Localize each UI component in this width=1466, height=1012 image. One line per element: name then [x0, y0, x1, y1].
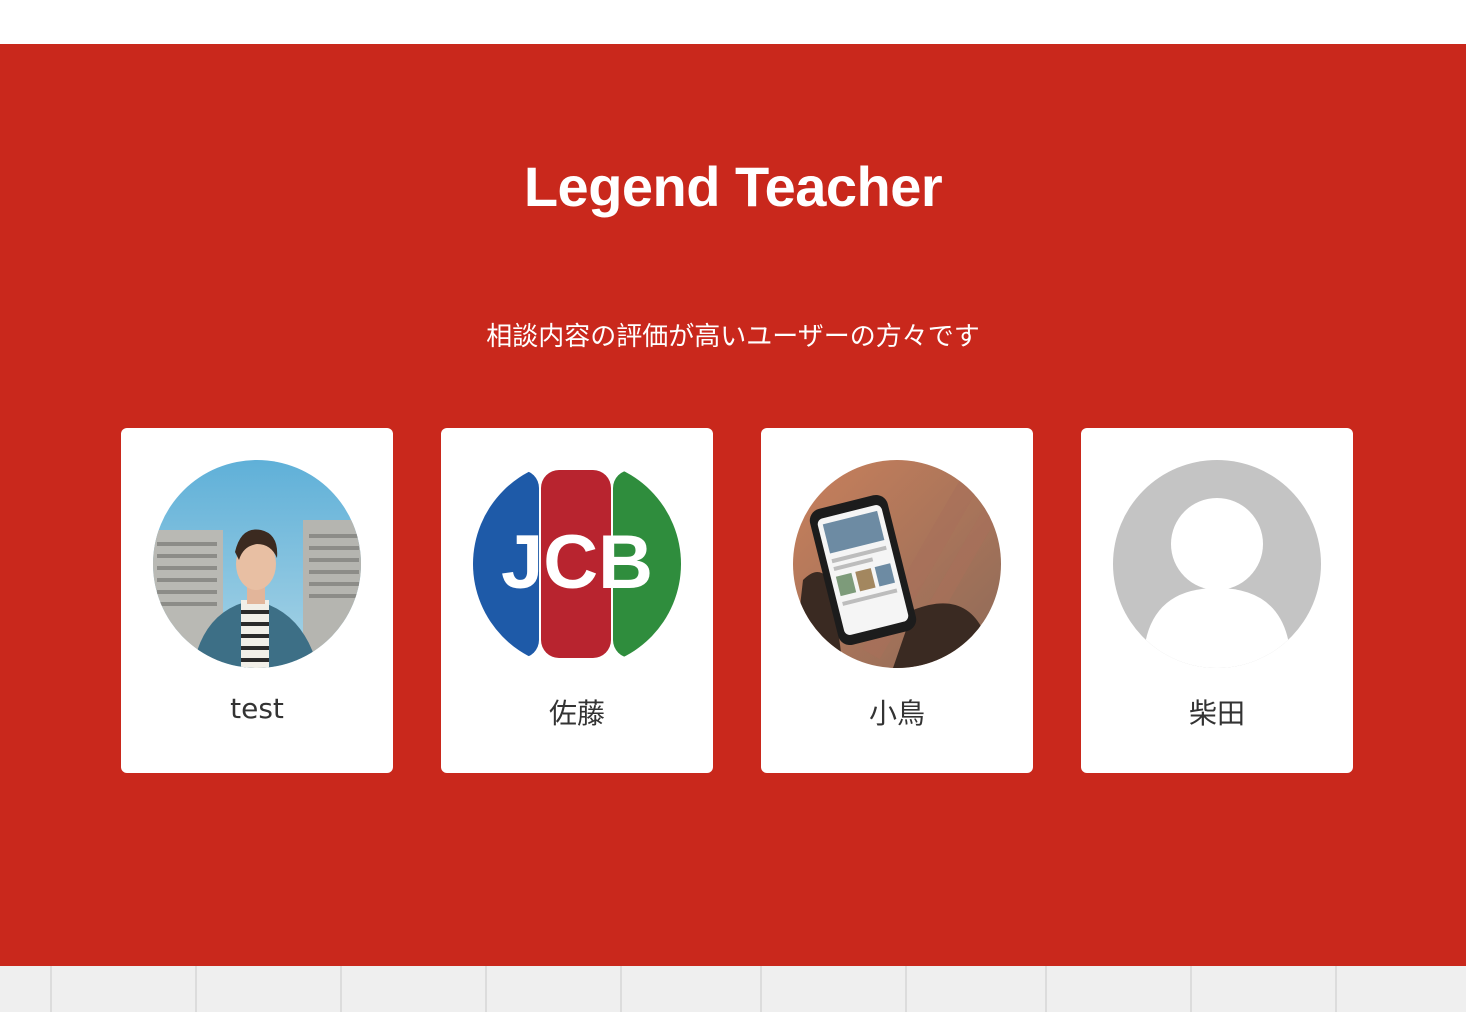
- section-title: Legend Teacher: [523, 155, 943, 218]
- teacher-card-1[interactable]: test: [121, 428, 393, 773]
- divider: [1045, 966, 1047, 1012]
- divider: [760, 966, 762, 1012]
- top-bar: [0, 0, 1466, 44]
- divider: [485, 966, 487, 1012]
- teacher-card-2[interactable]: JCB 佐藤: [441, 428, 713, 773]
- teacher-card-4[interactable]: 柴田: [1081, 428, 1353, 773]
- avatar-jcb-logo[interactable]: JCB: [473, 460, 681, 668]
- divider: [340, 966, 342, 1012]
- svg-text:JCB: JCB: [501, 520, 653, 605]
- divider: [1190, 966, 1192, 1012]
- bottom-background: [0, 966, 1466, 1012]
- divider: [1335, 966, 1337, 1012]
- avatar-photo-man[interactable]: [153, 460, 361, 668]
- divider: [50, 966, 52, 1012]
- divider: [620, 966, 622, 1012]
- legend-teacher-section: Legend Teacher 相談内容の評価が高いユーザーの方々です test …: [0, 44, 1466, 966]
- avatar-photo-smartphone[interactable]: [793, 460, 1001, 668]
- teacher-card-3[interactable]: 小鳥: [761, 428, 1033, 773]
- default-user-icon[interactable]: [1113, 460, 1321, 668]
- teacher-name[interactable]: test: [121, 692, 393, 725]
- teacher-name[interactable]: 佐藤: [441, 692, 713, 732]
- teacher-name[interactable]: 小鳥: [761, 692, 1033, 732]
- divider: [195, 966, 197, 1012]
- section-subtitle: 相談内容の評価が高いユーザーの方々です: [486, 322, 980, 352]
- divider: [905, 966, 907, 1012]
- teacher-name[interactable]: 柴田: [1081, 692, 1353, 732]
